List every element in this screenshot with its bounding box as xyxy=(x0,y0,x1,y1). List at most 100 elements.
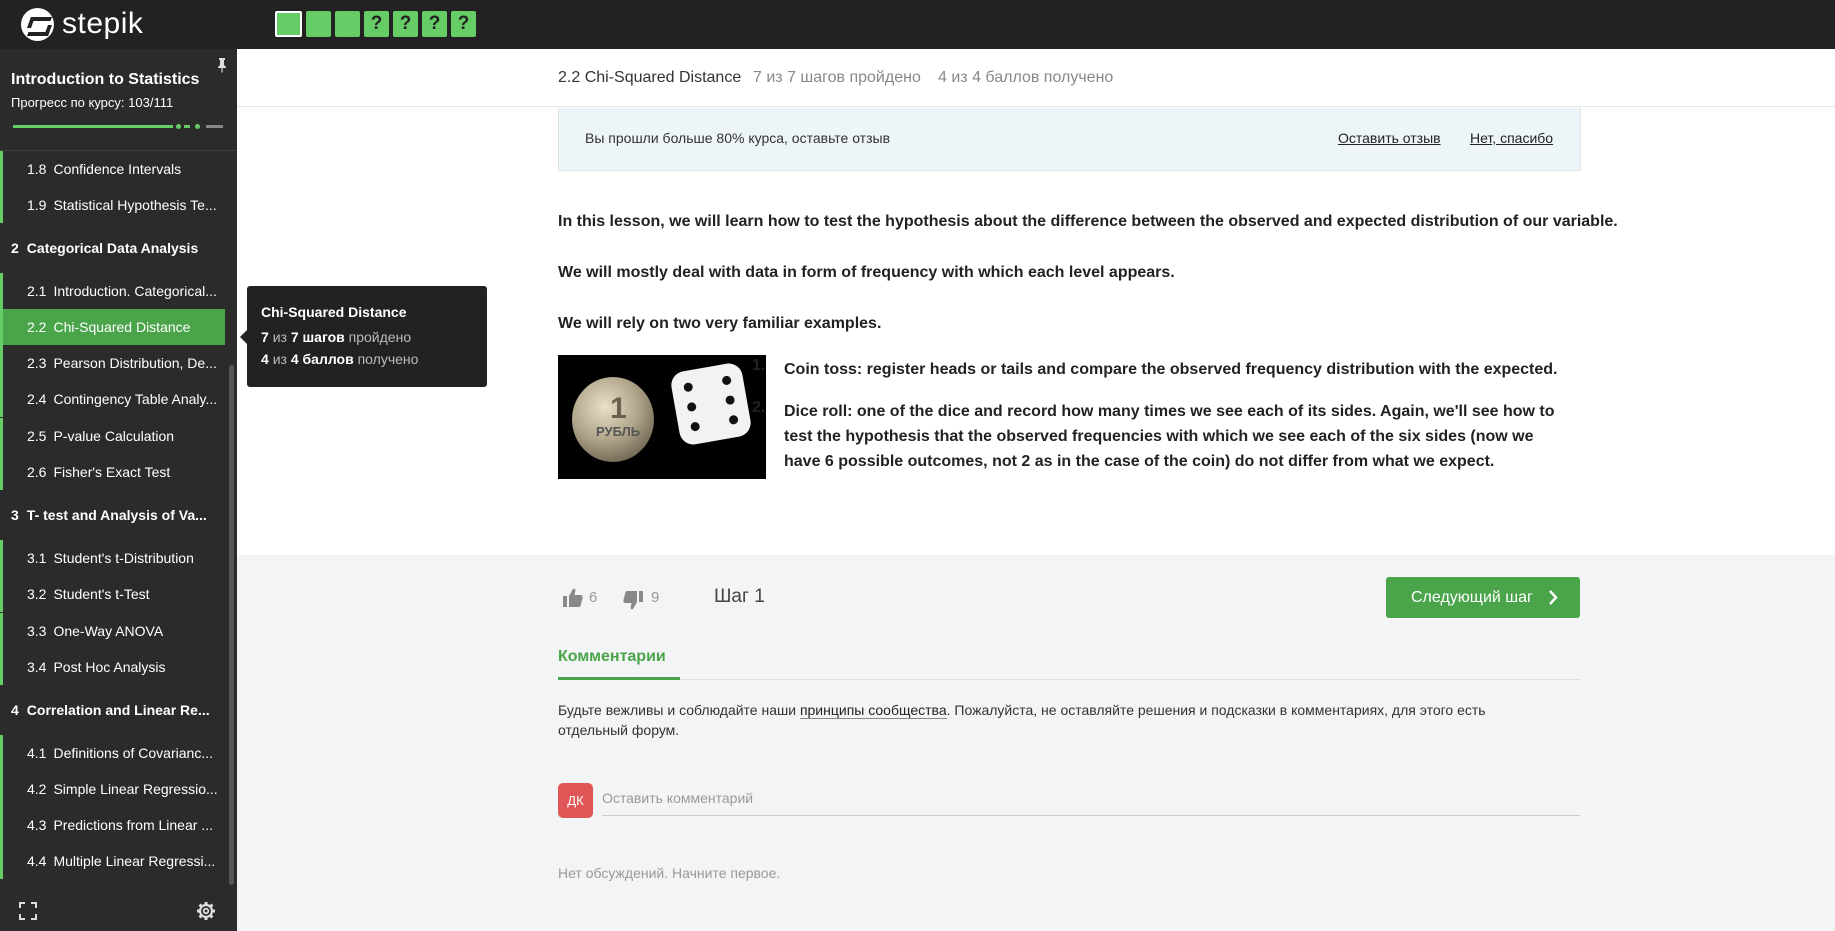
list-item-text: Coin toss: register heads or tails and c… xyxy=(784,361,1558,378)
community-guidelines-link[interactable]: принципы сообщества xyxy=(799,702,947,719)
toc-label: Correlation and Linear Re... xyxy=(26,702,210,718)
pin-icon[interactable] xyxy=(215,57,229,73)
thumbs-up-icon[interactable] xyxy=(562,587,584,609)
paragraph-frequency: We will mostly deal with data in form of… xyxy=(558,264,1175,281)
paragraph-intro: In this lesson, we will learn how to tes… xyxy=(558,213,1618,230)
stepik-logo[interactable]: stepik xyxy=(21,7,143,41)
fullscreen-icon[interactable] xyxy=(19,902,37,920)
toc-number: 4.4 xyxy=(27,853,47,869)
sidebar-footer xyxy=(0,889,237,931)
toc-section-2[interactable]: 2 Categorical Data Analysis xyxy=(0,230,225,266)
no-discussions-text: Нет обсуждений. Начните первое. xyxy=(558,865,781,881)
coin-lettering: РУБЛЬ xyxy=(596,424,641,439)
toc-label: Statistical Hypothesis Te... xyxy=(53,197,217,213)
course-title[interactable]: Introduction to Statistics xyxy=(11,71,199,89)
coin-and-die-image: 1 РУБЛЬ xyxy=(558,355,766,479)
toc-number: 4 xyxy=(11,702,19,718)
gear-icon[interactable] xyxy=(196,901,216,921)
comments-tab-underline xyxy=(558,677,680,680)
toc-number: 4.1 xyxy=(27,745,47,761)
sidebar-item-1-8[interactable]: 1.8 Confidence Intervals xyxy=(0,151,225,187)
lesson-steps-status: 7 из 7 шагов пройдено xyxy=(753,69,921,86)
sidebar-item-4-1[interactable]: 4.1 Definitions of Covarianc... xyxy=(0,735,225,771)
step-passed[interactable] xyxy=(306,11,331,37)
progress-remaining xyxy=(206,125,223,128)
toc-number: 2 xyxy=(11,240,19,256)
toc-label: Pearson Distribution, De... xyxy=(53,355,217,371)
comment-input[interactable]: Оставить комментарий xyxy=(602,788,1580,816)
sidebar-item-4-4[interactable]: 4.4 Multiple Linear Regressi... xyxy=(0,843,225,879)
toc-label: Simple Linear Regressio... xyxy=(53,781,218,797)
toc-label: Definitions of Covarianc... xyxy=(53,745,213,761)
sidebar-item-2-6[interactable]: 2.6 Fisher's Exact Test xyxy=(0,454,225,490)
community-rules-text: Будьте вежливы и соблюдайте наши принцип… xyxy=(558,700,1558,740)
toc-section-4[interactable]: 4 Correlation and Linear Re... xyxy=(0,692,225,728)
lesson-steps-nav: ???? xyxy=(275,11,476,37)
no-thanks-link[interactable]: Нет, спасибо xyxy=(1470,130,1553,146)
step-question[interactable]: ? xyxy=(393,11,418,37)
step-question[interactable]: ? xyxy=(364,11,389,37)
toc-label: Chi-Squared Distance xyxy=(53,319,191,335)
step-passed[interactable] xyxy=(275,11,302,37)
toc-label: One-Way ANOVA xyxy=(53,623,164,639)
sidebar-item-2-4[interactable]: 2.4 Contingency Table Analy... xyxy=(0,381,225,417)
toc-number: 4.3 xyxy=(27,817,47,833)
toc-number: 3.2 xyxy=(27,586,47,602)
toc-label: Student's t-Test xyxy=(53,586,150,602)
course-progress-bar xyxy=(13,124,223,129)
step-passed[interactable] xyxy=(335,11,360,37)
toc-number: 4.2 xyxy=(27,781,47,797)
rules-prefix: Будьте вежливы и соблюдайте наши xyxy=(558,702,800,718)
paragraph-examples: We will rely on two very familiar exampl… xyxy=(558,315,882,332)
lesson-title: 2.2 Chi-Squared Distance xyxy=(558,69,742,86)
sidebar-item-2-1[interactable]: 2.1 Introduction. Categorical... xyxy=(0,273,225,309)
sidebar-item-4-3[interactable]: 4.3 Predictions from Linear ... xyxy=(0,807,225,843)
toc-section-3[interactable]: 3 T- test and Analysis of Va... xyxy=(0,497,225,533)
thumbs-down-icon[interactable] xyxy=(622,589,644,611)
progress-dash xyxy=(184,125,190,128)
sidebar-item-1-9[interactable]: 1.9 Statistical Hypothesis Te... xyxy=(0,187,225,223)
sidebar-item-3-1[interactable]: 3.1 Student's t-Distribution xyxy=(0,540,225,576)
sidebar-item-3-3[interactable]: 3.3 One-Way ANOVA xyxy=(0,613,225,649)
toc-number: 2.6 xyxy=(27,464,47,480)
toc-number: 2.4 xyxy=(27,391,47,407)
sidebar-item-3-4[interactable]: 3.4 Post Hoc Analysis xyxy=(0,649,225,685)
toc-label: T- test and Analysis of Va... xyxy=(26,507,207,523)
sidebar-item-2-2[interactable]: 2.2 Chi-Squared Distance xyxy=(0,309,225,345)
leave-review-link[interactable]: Оставить отзыв xyxy=(1338,130,1441,146)
next-step-button[interactable]: Следующий шаг xyxy=(1386,577,1580,618)
toc-label: Fisher's Exact Test xyxy=(53,464,171,480)
toc-label: Introduction. Categorical... xyxy=(53,283,217,299)
sidebar-item-2-5[interactable]: 2.5 P-value Calculation xyxy=(0,418,225,454)
sidebar-item-4-2[interactable]: 4.2 Simple Linear Regressio... xyxy=(0,771,225,807)
toc-label: Multiple Linear Regressi... xyxy=(53,853,216,869)
review-banner-text: Вы прошли больше 80% курса, оставьте отз… xyxy=(585,130,891,146)
toc-label: Contingency Table Analy... xyxy=(53,391,218,407)
toc-label: Post Hoc Analysis xyxy=(53,659,166,675)
sidebar-item-2-3[interactable]: 2.3 Pearson Distribution, De... xyxy=(0,345,225,381)
lesson-header: 2.2 Chi-Squared Distance 7 из 7 шагов пр… xyxy=(237,49,1835,107)
like-count: 6 xyxy=(589,589,598,606)
stepik-logo-icon xyxy=(21,7,54,41)
toc-number: 3 xyxy=(11,507,19,523)
step-question[interactable]: ? xyxy=(451,11,476,37)
die xyxy=(669,361,753,447)
lesson-tooltip: Chi-Squared Distance 7 из 7 шагов пройде… xyxy=(240,286,487,387)
toc-number: 1.8 xyxy=(27,161,47,177)
toc-label: Confidence Intervals xyxy=(53,161,182,177)
sidebar-scrollbar[interactable] xyxy=(229,365,234,885)
step-question[interactable]: ? xyxy=(422,11,447,37)
tab-comments[interactable]: Комментарии xyxy=(558,648,666,666)
toc-label: Student's t-Distribution xyxy=(53,550,194,566)
course-sidebar: Introduction to Statistics Прогресс по к… xyxy=(0,49,237,931)
sidebar-item-3-2[interactable]: 3.2 Student's t-Test xyxy=(0,576,225,612)
toc-number: 3.3 xyxy=(27,623,47,639)
toc-number: 2.1 xyxy=(27,283,47,299)
toc-number: 3.4 xyxy=(27,659,47,675)
toc-label: Predictions from Linear ... xyxy=(53,817,213,833)
course-progress-label: Прогресс по курсу: 103/111 xyxy=(11,95,174,110)
toc-number: 1.9 xyxy=(27,197,47,213)
logo-text: stepik xyxy=(62,7,144,40)
top-bar: stepik ???? xyxy=(0,0,1835,49)
toc-label: P-value Calculation xyxy=(53,428,175,444)
